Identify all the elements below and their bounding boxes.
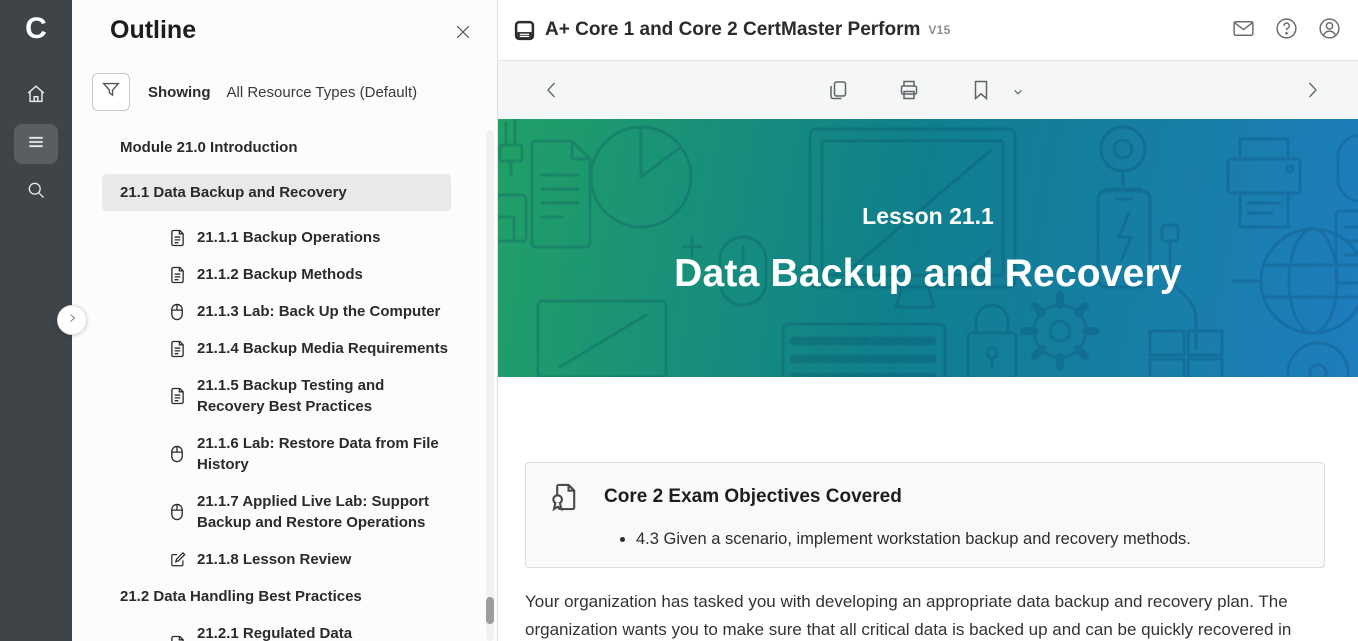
- outline-item[interactable]: 21.2.1 Regulated Data Classification: [170, 623, 451, 641]
- lesson-toolbar: [498, 61, 1358, 119]
- comptia-logo[interactable]: C: [0, 0, 72, 58]
- outline-item-label: 21.1.3 Lab: Back Up the Computer: [197, 301, 440, 322]
- help-icon: [1274, 16, 1299, 46]
- document-icon: [170, 340, 186, 358]
- course-header: A+ Core 1 and Core 2 CertMaster Perform …: [498, 0, 1358, 61]
- copy-button[interactable]: [826, 78, 850, 107]
- outline-item-label: 21.1 Data Backup and Recovery: [120, 182, 347, 203]
- filter-value: All Resource Types (Default): [227, 84, 418, 101]
- outline-item-label: 21.1.2 Backup Methods: [197, 264, 363, 285]
- bookmark-icon: [969, 78, 993, 107]
- chevron-right-icon: [66, 311, 78, 329]
- outline-item[interactable]: 21.1.8 Lesson Review: [170, 549, 451, 570]
- account-button[interactable]: [1317, 16, 1342, 46]
- chevron-right-icon: [1300, 78, 1324, 107]
- mail-button[interactable]: [1231, 16, 1256, 46]
- filter-showing-label: Showing: [148, 84, 211, 101]
- next-page-button[interactable]: [1300, 78, 1324, 107]
- outline-item[interactable]: Module 21.0 Introduction: [120, 137, 451, 158]
- outline-item-label: 21.1.6 Lab: Restore Data from File Histo…: [197, 433, 449, 475]
- outline-item-label: 21.1.4 Backup Media Requirements: [197, 338, 448, 359]
- print-icon: [897, 78, 921, 107]
- help-button[interactable]: [1274, 16, 1299, 46]
- pencil-icon: [170, 551, 186, 568]
- outline-item[interactable]: 21.1.2 Backup Methods: [170, 264, 451, 285]
- menu-icon: [26, 132, 46, 157]
- outline-title: Outline: [110, 16, 196, 45]
- outline-item-label: 21.1.5 Backup Testing and Recovery Best …: [197, 375, 449, 417]
- exam-objectives-box: Core 2 Exam Objectives Covered 4.3 Given…: [525, 462, 1325, 568]
- main-area: A+ Core 1 and Core 2 CertMaster Perform …: [497, 0, 1358, 641]
- lesson-content: Core 2 Exam Objectives Covered 4.3 Given…: [498, 462, 1358, 641]
- copy-icon: [826, 78, 850, 107]
- account-icon: [1317, 16, 1342, 46]
- outline-list: Module 21.0 Introduction 21.1 Data Backup…: [72, 137, 497, 641]
- document-icon: [170, 266, 186, 284]
- objectives-title: Core 2 Exam Objectives Covered: [604, 486, 902, 508]
- lab-mouse-icon: [170, 303, 186, 321]
- document-icon: [170, 635, 186, 641]
- outline-item-label: Module 21.0 Introduction: [120, 137, 298, 158]
- lab-mouse-icon: [170, 503, 186, 521]
- outline-panel: Outline Showing All Resource Types (Defa…: [72, 0, 497, 641]
- document-icon: [170, 387, 186, 405]
- certificate-icon: [548, 480, 582, 514]
- app-root: C Outline: [0, 0, 1358, 641]
- document-icon: [170, 229, 186, 247]
- lesson-paragraph: Your organization has tasked you with de…: [525, 588, 1313, 641]
- outline-item[interactable]: 21.1.3 Lab: Back Up the Computer: [170, 301, 451, 322]
- lesson-hero-banner: Lesson 21.1 Data Backup and Recovery: [498, 119, 1358, 377]
- print-button[interactable]: [897, 78, 921, 107]
- home-button[interactable]: [14, 76, 58, 116]
- outline-item-label: 21.2.1 Regulated Data Classification: [197, 623, 449, 641]
- outline-item[interactable]: 21.1.6 Lab: Restore Data from File Histo…: [170, 433, 451, 475]
- outline-close-button[interactable]: [453, 22, 473, 47]
- objectives-list: 4.3 Given a scenario, implement workstat…: [546, 528, 1304, 551]
- close-icon: [453, 29, 473, 46]
- filter-button[interactable]: [92, 73, 130, 111]
- outline-item-label: 21.1.1 Backup Operations: [197, 227, 380, 248]
- outline-item-label: 21.1.8 Lesson Review: [197, 549, 351, 570]
- previous-page-button[interactable]: [540, 78, 564, 107]
- hero-lesson-title: Data Backup and Recovery: [674, 252, 1182, 296]
- course-book-icon: [514, 20, 535, 41]
- outline-item[interactable]: 21.1.7 Applied Live Lab: Support Backup …: [170, 491, 451, 533]
- outline-scrollbar-thumb[interactable]: [486, 597, 494, 624]
- filter-funnel-icon: [100, 79, 122, 106]
- bookmark-button[interactable]: [969, 78, 993, 107]
- objective-bullet: 4.3 Given a scenario, implement workstat…: [636, 528, 1304, 551]
- panel-collapse-button[interactable]: [57, 305, 87, 335]
- outline-item[interactable]: 21.1.5 Backup Testing and Recovery Best …: [170, 375, 451, 417]
- outline-scrollbar-track[interactable]: [486, 130, 494, 641]
- outline-item[interactable]: 21.1.4 Backup Media Requirements: [170, 338, 451, 359]
- outline-item-label: 21.2 Data Handling Best Practices: [120, 586, 362, 607]
- course-version-badge: V15: [928, 23, 950, 37]
- home-icon: [25, 83, 47, 110]
- outline-menu-button[interactable]: [14, 124, 58, 164]
- chevron-left-icon: [540, 78, 564, 107]
- filter-row: Showing All Resource Types (Default): [92, 73, 497, 111]
- chevron-down-icon: [1011, 85, 1025, 104]
- outline-item-selected[interactable]: 21.1 Data Backup and Recovery: [102, 174, 451, 211]
- lab-mouse-icon: [170, 445, 186, 463]
- outline-item[interactable]: 21.1.1 Backup Operations: [170, 227, 451, 248]
- outline-item-label: 21.1.7 Applied Live Lab: Support Backup …: [197, 491, 449, 533]
- search-icon: [26, 180, 46, 205]
- mail-icon: [1231, 16, 1256, 46]
- hero-lesson-number: Lesson 21.1: [862, 203, 994, 230]
- bookmark-dropdown-button[interactable]: [1011, 85, 1025, 104]
- outline-item[interactable]: 21.2 Data Handling Best Practices: [120, 586, 451, 607]
- search-button[interactable]: [14, 172, 58, 212]
- course-title: A+ Core 1 and Core 2 CertMaster Perform: [545, 19, 920, 41]
